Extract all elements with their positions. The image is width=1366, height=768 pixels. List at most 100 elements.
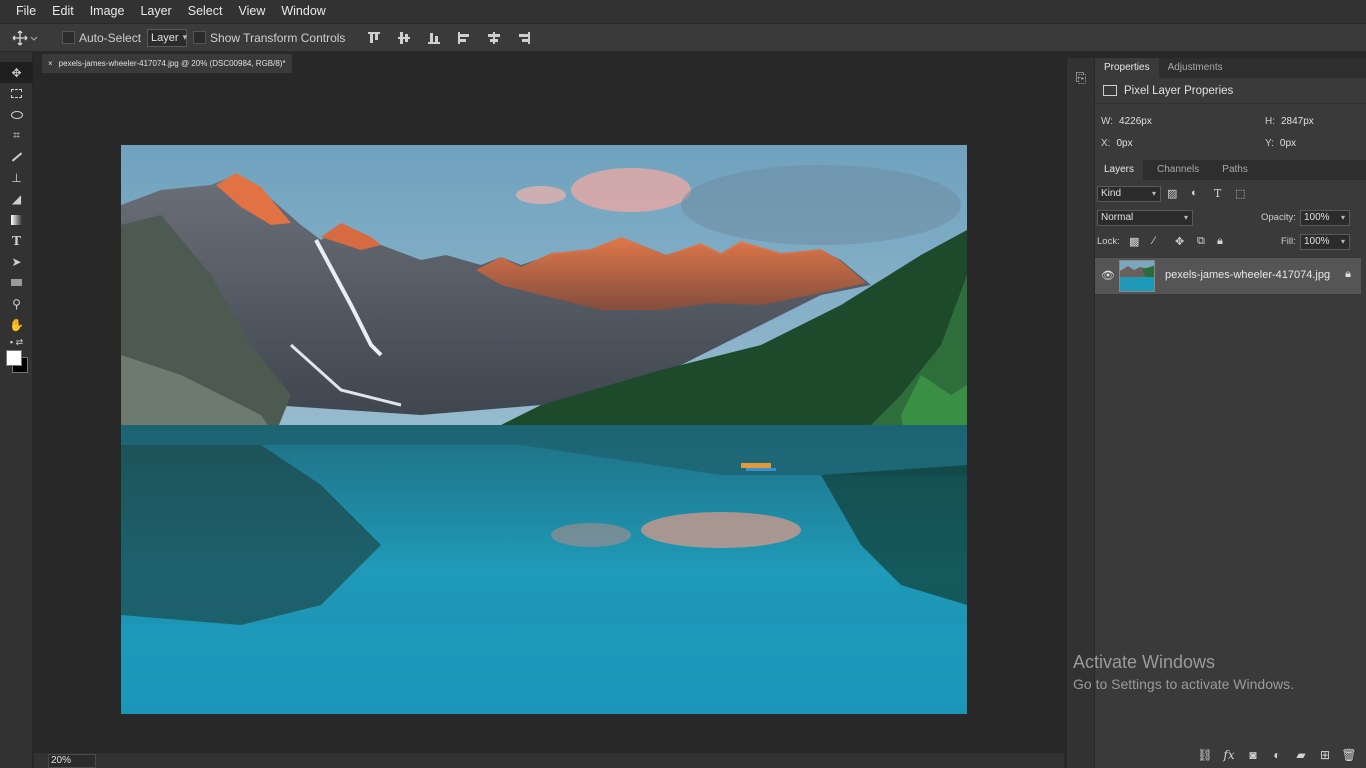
tools-panel: ✥ ⌗ ⊥ ◢ T ➤ ⚲ ✋ ▪ ⇄ bbox=[0, 52, 33, 768]
opacity-label: Opacity: bbox=[1261, 212, 1296, 223]
visibility-eye-icon[interactable]: 👁︎ bbox=[1101, 269, 1115, 283]
lock-transparent-icon[interactable]: ▩ bbox=[1129, 235, 1139, 248]
menu-layer[interactable]: Layer bbox=[132, 0, 179, 23]
menu-image[interactable]: Image bbox=[82, 0, 133, 23]
chevron-down-icon: ▾ bbox=[1183, 213, 1188, 222]
menu-window[interactable]: Window bbox=[273, 0, 333, 23]
new-layer-icon[interactable]: ⊞ bbox=[1314, 747, 1336, 763]
width-field[interactable]: W: 4226px bbox=[1101, 116, 1152, 127]
layers-tabs: Layers Channels Paths bbox=[1095, 160, 1366, 180]
shape-filter-icon[interactable]: ⬚ bbox=[1235, 187, 1245, 200]
properties-header: Pixel Layer Properies bbox=[1095, 78, 1366, 104]
properties-transform: W: 4226px H: 2847px X: 0px Y: 0px bbox=[1095, 104, 1366, 164]
swap-colors-icon[interactable]: ▪ ⇄ bbox=[0, 335, 33, 349]
tab-adjustments[interactable]: Adjustments bbox=[1159, 58, 1232, 78]
fill-label: Fill: bbox=[1281, 236, 1296, 247]
tab-layers[interactable]: Layers bbox=[1095, 160, 1144, 180]
fill-value: 100% bbox=[1304, 236, 1330, 247]
height-field[interactable]: H: 2847px bbox=[1265, 116, 1314, 127]
x-value: 0px bbox=[1116, 138, 1133, 149]
lasso-tool-icon[interactable] bbox=[0, 104, 33, 125]
fill-field[interactable]: 100% ▾ bbox=[1300, 234, 1350, 250]
y-label: Y: bbox=[1265, 138, 1274, 149]
chevron-down-icon: ▾ bbox=[1340, 213, 1345, 222]
image-icon bbox=[1103, 85, 1117, 96]
lock-artboard-icon[interactable]: ⧉ bbox=[1197, 235, 1205, 248]
delete-layer-trash-icon[interactable]: 🗑︎ bbox=[1338, 747, 1360, 763]
lock-label: Lock: bbox=[1097, 236, 1120, 247]
crop-tool-icon[interactable]: ⌗ bbox=[0, 125, 33, 146]
align-vertical-centers-icon[interactable] bbox=[396, 30, 412, 46]
menu-select[interactable]: Select bbox=[180, 0, 231, 23]
lock-position-icon[interactable]: ✥ bbox=[1175, 235, 1184, 248]
layer-row[interactable]: 👁︎ pexels-james-wheeler-417074.jpg 🔒︎ bbox=[1095, 258, 1361, 294]
brush-tool-icon[interactable] bbox=[0, 146, 33, 167]
link-layers-icon[interactable]: ⛓ bbox=[1194, 747, 1216, 763]
type-filter-icon[interactable]: T bbox=[1214, 187, 1221, 200]
x-field[interactable]: X: 0px bbox=[1101, 138, 1133, 149]
auto-select-target-dropdown[interactable]: Layer ▾ bbox=[147, 28, 188, 47]
options-bar: Auto-Select Layer ▾ Show Transform Contr… bbox=[0, 23, 1366, 52]
width-label: W: bbox=[1101, 116, 1114, 127]
blend-mode-dropdown[interactable]: Normal ▾ bbox=[1097, 210, 1193, 226]
document-tab[interactable]: × pexels-james-wheeler-417074.jpg @ 20% … bbox=[42, 54, 292, 73]
rectangle-tool-icon[interactable] bbox=[0, 272, 33, 293]
align-left-edges-icon[interactable] bbox=[456, 30, 472, 46]
foreground-color-swatch[interactable] bbox=[6, 350, 22, 366]
height-value: 2847px bbox=[1281, 116, 1314, 127]
type-tool-icon[interactable]: T bbox=[0, 230, 33, 251]
tab-properties[interactable]: Properties bbox=[1095, 58, 1159, 78]
y-field[interactable]: Y: 0px bbox=[1265, 138, 1296, 149]
path-selection-tool-icon[interactable]: ➤ bbox=[0, 251, 33, 272]
add-mask-icon[interactable]: ◙ bbox=[1242, 747, 1264, 763]
align-top-edges-icon[interactable] bbox=[366, 30, 382, 46]
marquee-tool-icon[interactable] bbox=[0, 83, 33, 104]
history-panel-icon[interactable]: ⎘ bbox=[1071, 70, 1091, 90]
filter-kind-dropdown[interactable]: Kind ▾ bbox=[1097, 186, 1161, 202]
menu-edit[interactable]: Edit bbox=[44, 0, 82, 23]
x-label: X: bbox=[1101, 138, 1111, 149]
move-tool-preset-icon[interactable] bbox=[12, 28, 46, 48]
chevron-down-icon: ▾ bbox=[1340, 237, 1345, 246]
layer-filter-row: Kind ▾ ▨ ◐ T ⬚ bbox=[1095, 186, 1366, 206]
layer-thumbnail bbox=[1119, 260, 1155, 292]
new-group-folder-icon[interactable]: ▰ bbox=[1290, 747, 1312, 763]
status-bar: 20% bbox=[34, 752, 1064, 768]
watermark-title: Activate Windows bbox=[1073, 652, 1216, 672]
properties-tabs: Properties Adjustments bbox=[1095, 58, 1366, 78]
document-image[interactable] bbox=[121, 145, 967, 714]
chevron-down-icon: ▾ bbox=[182, 32, 188, 42]
menu-bar: File Edit Image Layer Select View Window bbox=[0, 0, 1366, 23]
align-right-edges-icon[interactable] bbox=[516, 30, 532, 46]
activate-windows-watermark: Activate Windows Go to Settings to activ… bbox=[1073, 652, 1294, 692]
lock-image-pixels-icon[interactable]: ∕ bbox=[1153, 235, 1155, 247]
layer-lock-icon: 🔒︎ bbox=[1345, 268, 1351, 280]
gradient-tool-icon[interactable] bbox=[0, 209, 33, 230]
eraser-tool-icon[interactable]: ◢ bbox=[0, 188, 33, 209]
close-document-icon[interactable]: × bbox=[48, 59, 53, 68]
menu-view[interactable]: View bbox=[230, 0, 273, 23]
tab-channels[interactable]: Channels bbox=[1143, 160, 1213, 180]
blend-mode-value: Normal bbox=[1101, 212, 1134, 223]
pixel-filter-icon[interactable]: ▨ bbox=[1167, 187, 1177, 200]
opacity-field[interactable]: 100% ▾ bbox=[1300, 210, 1350, 226]
menu-file[interactable]: File bbox=[8, 0, 44, 23]
tab-paths[interactable]: Paths bbox=[1213, 160, 1257, 180]
align-horizontal-centers-icon[interactable] bbox=[486, 30, 502, 46]
layer-style-fx-icon[interactable]: fx bbox=[1218, 747, 1240, 763]
zoom-level-field[interactable]: 20% bbox=[48, 754, 96, 768]
height-label: H: bbox=[1265, 116, 1275, 127]
move-tool-icon[interactable]: ✥ bbox=[0, 62, 33, 83]
hand-tool-icon[interactable]: ✋ bbox=[0, 314, 33, 335]
zoom-tool-icon[interactable]: ⚲ bbox=[0, 293, 33, 314]
opacity-value: 100% bbox=[1304, 212, 1330, 223]
adjustment-layer-icon[interactable]: ◐ bbox=[1266, 747, 1288, 763]
auto-select-checkbox[interactable] bbox=[62, 31, 75, 44]
align-bottom-edges-icon[interactable] bbox=[426, 30, 442, 46]
adjustment-filter-icon[interactable]: ◐ bbox=[1191, 187, 1198, 199]
document-tab-title: pexels-james-wheeler-417074.jpg @ 20% (D… bbox=[58, 59, 286, 68]
lock-all-icon[interactable]: 🔒︎ bbox=[1217, 235, 1223, 248]
stamp-tool-icon[interactable]: ⊥ bbox=[0, 167, 33, 188]
layers-panel-footer: ⛓ fx ◙ ◐ ▰ ⊞ 🗑︎ bbox=[1095, 742, 1366, 768]
show-transform-checkbox[interactable] bbox=[193, 31, 207, 44]
